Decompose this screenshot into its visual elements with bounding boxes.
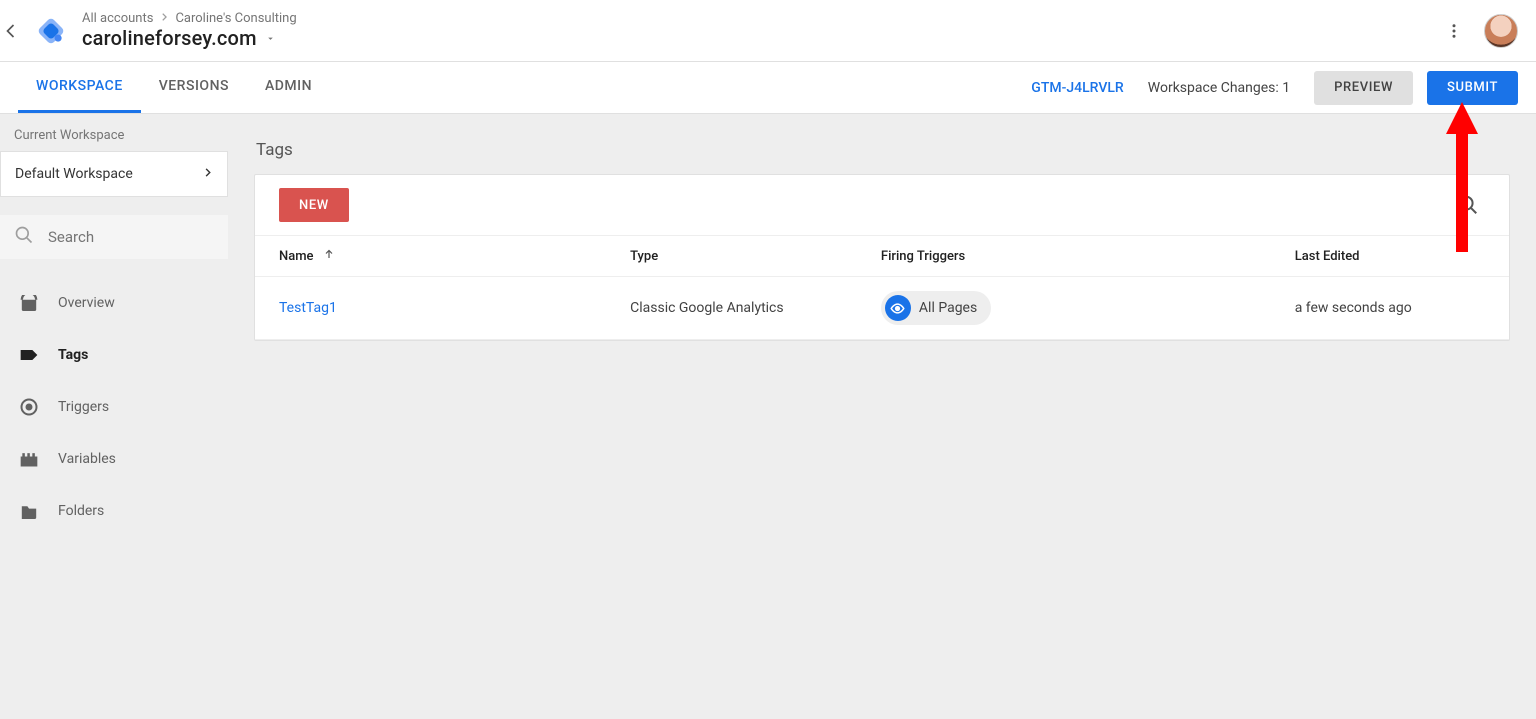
breadcrumb-account[interactable]: Caroline's Consulting [175, 11, 296, 26]
trigger-chip-label: All Pages [919, 300, 977, 316]
last-edited-cell: a few seconds ago [1271, 277, 1509, 340]
table-row[interactable]: TestTag1 Classic Google Analytics All Pa… [255, 277, 1509, 340]
tag-type-cell: Classic Google Analytics [606, 277, 857, 340]
tags-table: Name Type Firing Triggers Last Edited Te… [255, 235, 1509, 340]
page-title: Tags [256, 140, 1510, 160]
sidebar: Current Workspace Default Workspace Over… [0, 114, 228, 719]
breadcrumb[interactable]: All accounts Caroline's Consulting [82, 11, 297, 26]
variables-icon [18, 450, 40, 468]
sort-asc-icon [323, 249, 335, 264]
dashboard-icon [18, 294, 40, 312]
new-tag-button[interactable]: NEW [279, 188, 349, 222]
sidebar-item-label: Variables [58, 451, 116, 467]
sidebar-item-label: Folders [58, 503, 104, 519]
app-header: All accounts Caroline's Consulting carol… [0, 0, 1536, 62]
sidebar-item-triggers[interactable]: Triggers [0, 381, 228, 433]
breadcrumb-root[interactable]: All accounts [82, 11, 153, 26]
column-header-type[interactable]: Type [606, 236, 857, 277]
more-menu-icon[interactable] [1442, 19, 1466, 43]
search-icon [14, 225, 34, 249]
tag-name-link[interactable]: TestTag1 [279, 300, 337, 316]
chevron-right-icon [159, 11, 169, 26]
avatar[interactable] [1484, 14, 1518, 48]
workspace-selector[interactable]: Default Workspace [0, 151, 228, 197]
column-header-triggers[interactable]: Firing Triggers [857, 236, 1271, 277]
tag-icon [18, 346, 40, 364]
sidebar-item-overview[interactable]: Overview [0, 277, 228, 329]
sidebar-item-tags[interactable]: Tags [0, 329, 228, 381]
caret-down-icon [265, 29, 276, 48]
column-header-name[interactable]: Name [255, 236, 606, 277]
column-header-edited[interactable]: Last Edited [1271, 236, 1509, 277]
search-input[interactable] [48, 228, 247, 246]
sidebar-item-folders[interactable]: Folders [0, 485, 228, 537]
search-box[interactable] [0, 215, 228, 259]
submit-button[interactable]: SUBMIT [1427, 71, 1518, 105]
pageview-icon [885, 295, 911, 321]
sidebar-item-label: Tags [58, 347, 88, 363]
chevron-right-icon [202, 166, 213, 182]
tab-admin[interactable]: ADMIN [247, 62, 330, 113]
back-arrow-icon[interactable] [0, 22, 24, 40]
workspace-changes-label: Workspace Changes: 1 [1148, 80, 1290, 96]
workspace-name: Default Workspace [15, 166, 133, 182]
folder-icon [18, 502, 40, 520]
tags-card: NEW Name Type Firing Trigg [254, 174, 1510, 341]
current-workspace-label: Current Workspace [0, 114, 228, 151]
search-tags-icon[interactable] [1451, 188, 1485, 222]
container-domain: carolineforsey.com [82, 26, 257, 50]
trigger-icon [18, 398, 40, 416]
sidebar-item-label: Triggers [58, 399, 109, 415]
sidebar-item-label: Overview [58, 295, 115, 311]
sidebar-item-variables[interactable]: Variables [0, 433, 228, 485]
container-selector[interactable]: carolineforsey.com [82, 26, 297, 50]
preview-button[interactable]: PREVIEW [1314, 71, 1413, 105]
secondary-nav: WORKSPACE VERSIONS ADMIN GTM-J4LRVLR Wor… [0, 62, 1536, 114]
gtm-logo-icon [34, 14, 68, 48]
trigger-chip[interactable]: All Pages [881, 291, 991, 325]
tab-versions[interactable]: VERSIONS [141, 62, 247, 113]
tab-workspace[interactable]: WORKSPACE [18, 62, 141, 113]
main-panel: Tags NEW Name Type [228, 114, 1536, 719]
container-id-link[interactable]: GTM-J4LRVLR [1031, 80, 1123, 96]
